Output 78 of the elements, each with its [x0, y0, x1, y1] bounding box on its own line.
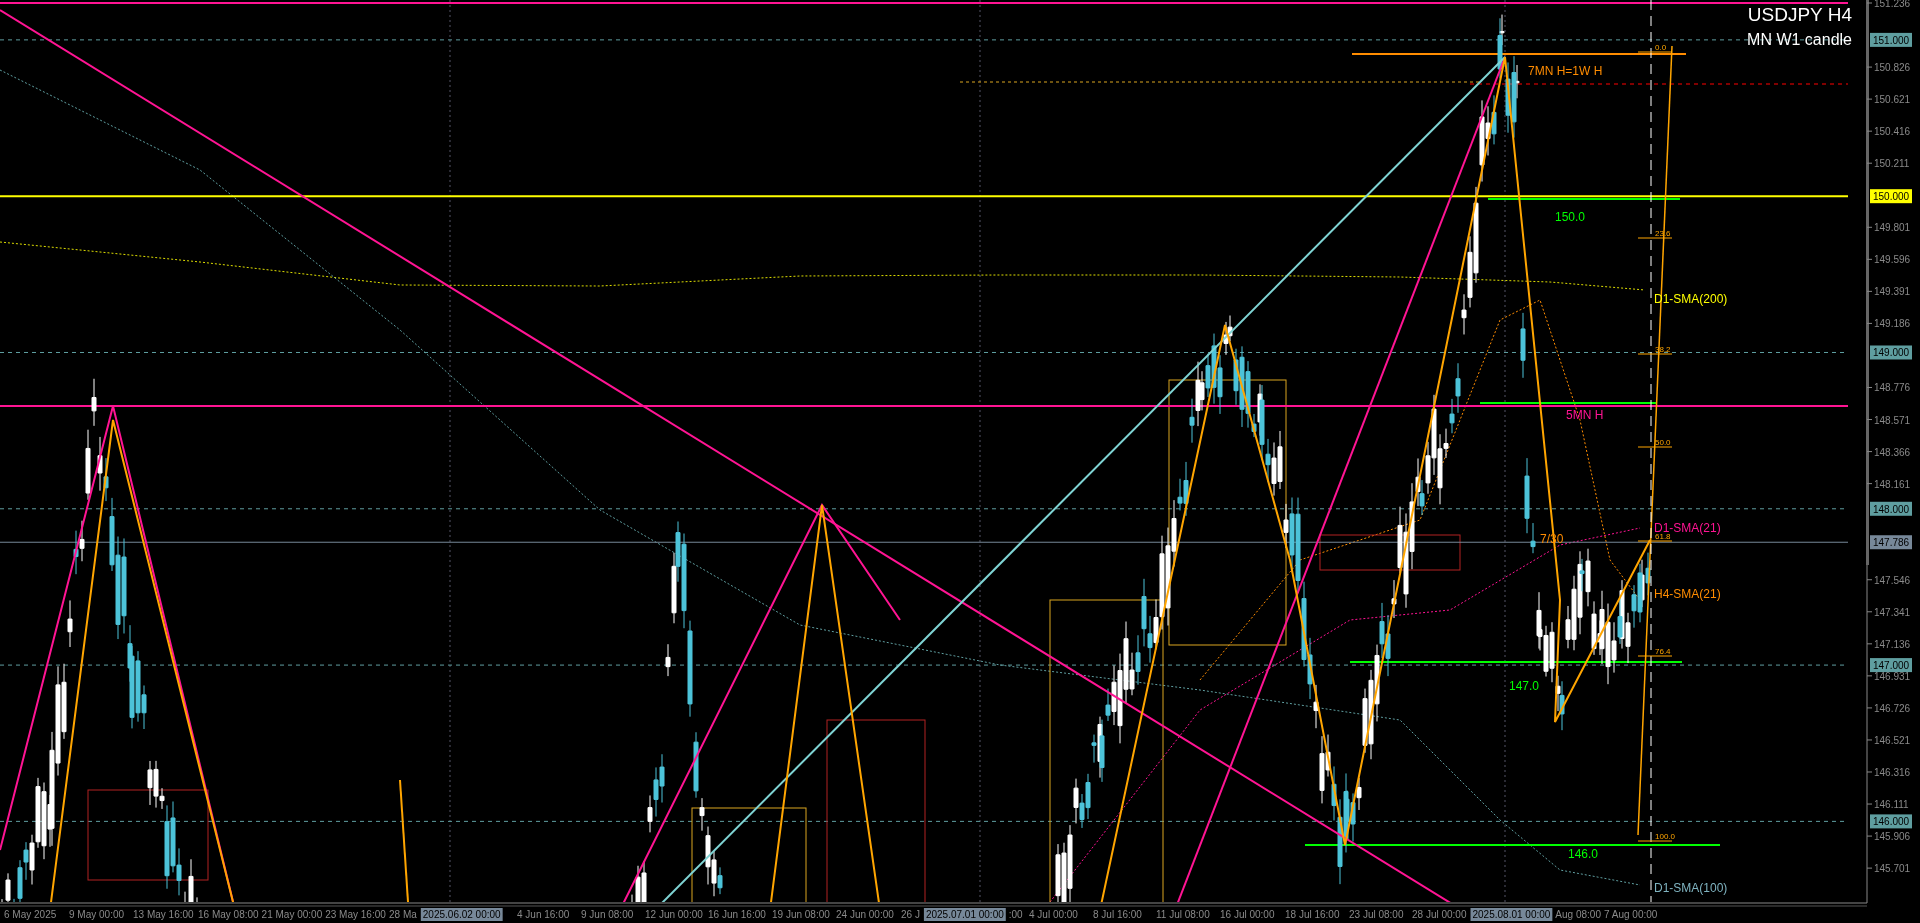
price-label: 147.341 [1874, 606, 1911, 618]
chart-annotation: D1-SMA(21) [1654, 521, 1721, 535]
price-tag: 150.000 [1870, 189, 1912, 204]
price-label: 150.826 [1874, 62, 1911, 74]
price-label: 149.391 [1874, 286, 1911, 298]
time-label: 23 May 16:00 [325, 909, 386, 920]
time-label: 11 Jul 08:00 [1156, 909, 1210, 920]
time-label: 18 Jul 16:00 [1285, 909, 1340, 920]
price-label: 146.316 [1874, 767, 1911, 778]
time-label: 9 May 00:00 [69, 909, 125, 920]
time-label: 6 May 2025 [4, 909, 57, 920]
time-label: 23 Jul 08:00 [1349, 909, 1404, 920]
fibonacci-level-label: 61.8 [1655, 532, 1671, 541]
price-label: 148.161 [1874, 478, 1911, 490]
time-label: 4 Jun 16:00 [517, 909, 570, 920]
fibonacci-level-line [1637, 446, 1673, 448]
price-label: 146.726 [1874, 702, 1911, 714]
chart-title: USDJPY H4 [1747, 4, 1852, 25]
chart-annotation: 150.0 [1555, 210, 1586, 224]
chart-annotation: 7MN H=1W H [1528, 64, 1603, 78]
price-tag: 151.000 [1870, 32, 1912, 47]
chart-annotation: D1-SMA(100) [1654, 881, 1728, 895]
price-label: 147.136 [1874, 638, 1911, 650]
time-label: 12 Jun 00:00 [645, 909, 703, 920]
time-label: 16 Jun 16:00 [708, 909, 766, 920]
chart-annotation: 147.0 [1509, 679, 1540, 693]
time-label: 16 May 08:00 [198, 909, 259, 920]
time-label: 24 Jun 00:00 [836, 909, 894, 920]
price-label: 150.621 [1874, 94, 1911, 106]
price-label: 146.111 [1874, 799, 1909, 811]
time-label: 9 Jun 08:00 [581, 909, 634, 920]
price-tag: 149.000 [1870, 345, 1912, 360]
time-label: 19 Jun 08:00 [772, 909, 830, 920]
chart-subtitle: MN W1 candle [1747, 31, 1852, 48]
time-label: 21 May 00:00 [261, 909, 323, 920]
fibonacci-level-line [1637, 540, 1673, 542]
price-label: 148.571 [1874, 414, 1911, 426]
fibonacci-level-line [1637, 655, 1673, 657]
price-tag: 147.000 [1870, 658, 1912, 673]
time-label: Aug 08:00 [1555, 909, 1601, 920]
time-label: 28 Jul 00:00 [1412, 909, 1467, 920]
chart-annotation: 5MN H [1566, 408, 1604, 422]
price-tag: 147.786 [1870, 535, 1912, 550]
fibonacci-level-label: 76.4 [1655, 647, 1671, 656]
time-label: 26 J [901, 909, 920, 920]
time-label: 7 Aug 00:00 [1603, 909, 1658, 920]
time-label: 13 May 16:00 [133, 909, 194, 920]
price-label: 148.776 [1874, 382, 1911, 394]
time-label: 4 Jul 00:00 [1029, 909, 1078, 920]
time-tag: 2025.08.01 00:00 [1470, 908, 1553, 921]
price-label: 146.931 [1874, 670, 1911, 682]
price-label: 146.521 [1874, 734, 1911, 746]
price-tag: 146.000 [1870, 814, 1912, 829]
time-tag: 2025.07.01 00:00 [923, 908, 1006, 921]
price-label: 145.906 [1874, 831, 1911, 843]
fibonacci-level-line [1637, 840, 1673, 842]
price-label: 150.416 [1874, 126, 1911, 138]
time-label: :00 [1008, 909, 1023, 920]
chart-annotation: H4-SMA(21) [1654, 587, 1721, 601]
price-label: 149.596 [1874, 254, 1911, 266]
price-label: 150.211 [1874, 158, 1910, 170]
price-label: 145.701 [1874, 863, 1911, 875]
price-label: 149.186 [1874, 318, 1911, 330]
time-label: 28 Ma [389, 909, 417, 920]
price-label: 147.546 [1874, 574, 1911, 586]
time-tag: 2025.06.02 00:00 [420, 908, 503, 921]
fibonacci-level-line [1637, 237, 1673, 239]
fibonacci-level-line [1637, 51, 1673, 53]
fibonacci-level-label: 0.0 [1655, 43, 1667, 52]
price-label: 151.236 [1874, 0, 1911, 9]
price-tag: 148.000 [1870, 501, 1912, 516]
price-label: 148.366 [1874, 446, 1911, 458]
chart-annotation: 146.0 [1568, 847, 1599, 861]
fibonacci-level-label: 100.0 [1655, 832, 1676, 841]
time-label: 16 Jul 00:00 [1220, 909, 1275, 920]
price-label: 149.801 [1874, 222, 1911, 234]
time-label: 8 Jul 16:00 [1093, 909, 1142, 920]
fibonacci-level-line [1637, 353, 1673, 355]
